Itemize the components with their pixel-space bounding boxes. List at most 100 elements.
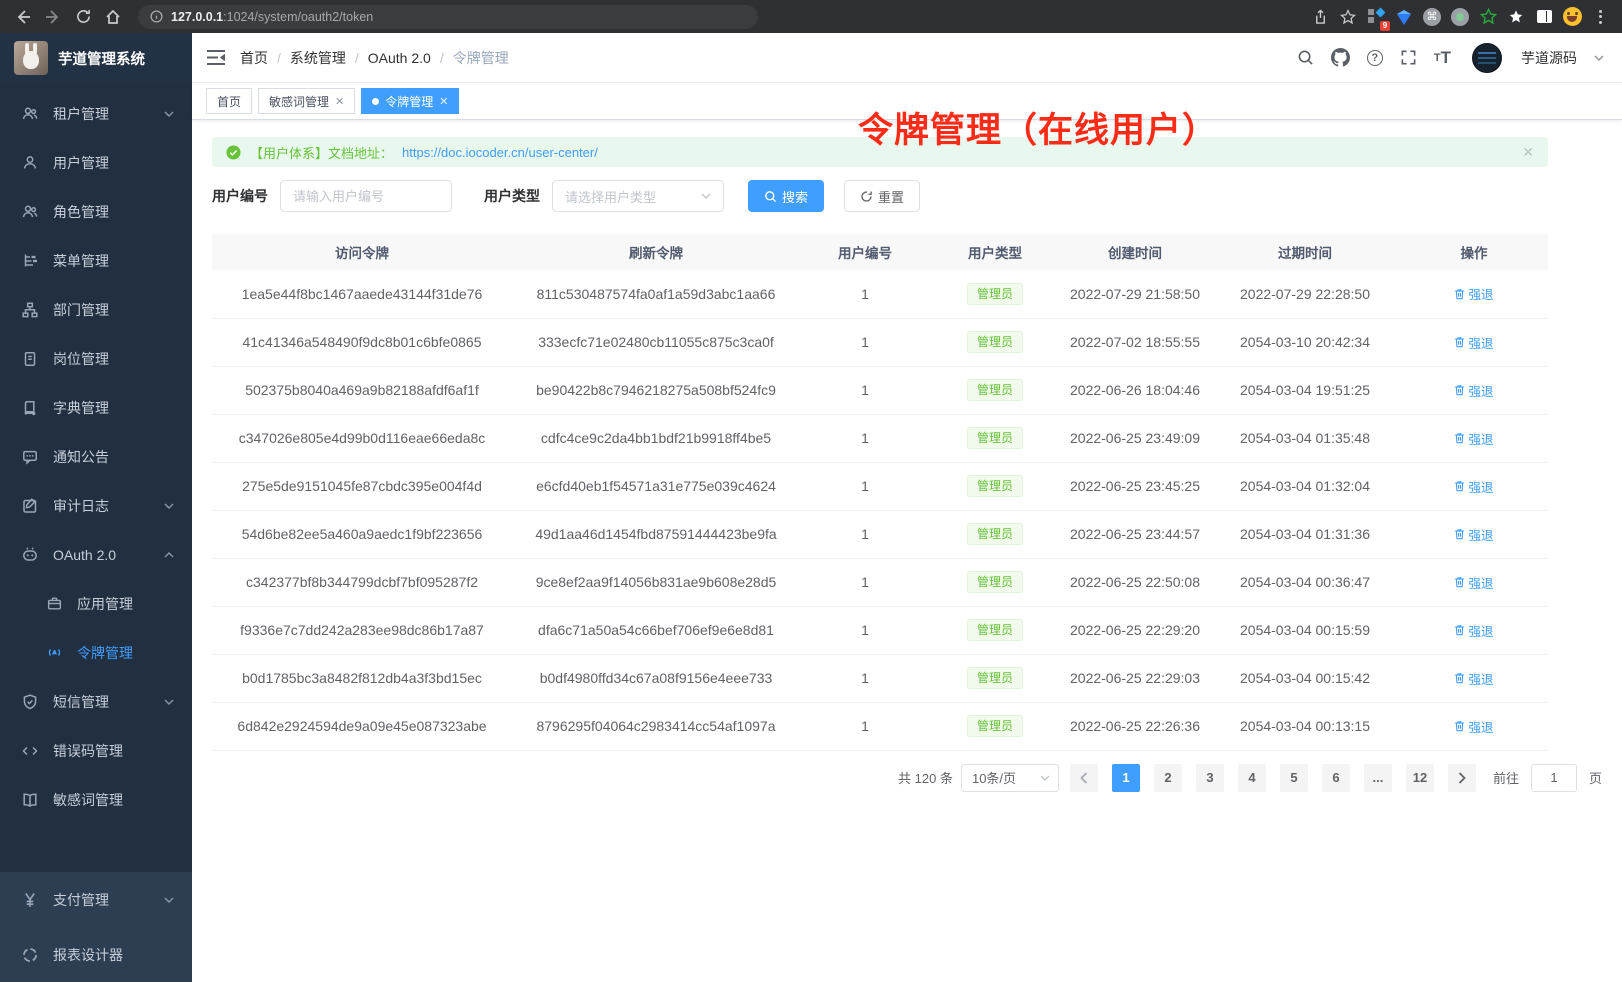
refresh-token-cell: 811c530487574fa0af1a59d3abc1aa66: [512, 270, 800, 318]
breadcrumb-system[interactable]: 系统管理: [290, 48, 346, 68]
user-type-select[interactable]: 请选择用户类型: [552, 180, 724, 212]
chevron-down-icon[interactable]: [1594, 55, 1604, 61]
user-id-input[interactable]: [280, 180, 452, 212]
force-logout-button[interactable]: 强退: [1454, 669, 1493, 688]
sidebar-item-tenant[interactable]: 租户管理: [0, 89, 192, 138]
alert-close-icon[interactable]: ✕: [1522, 144, 1534, 161]
sidebar-item-oauth-token[interactable]: 令牌管理: [0, 628, 192, 677]
page-button-6[interactable]: 6: [1322, 764, 1350, 792]
extension-blocks-icon[interactable]: 9: [1364, 5, 1388, 29]
breadcrumb-home[interactable]: 首页: [240, 48, 268, 68]
goto-page-input[interactable]: [1531, 764, 1577, 792]
side-panel-icon[interactable]: [1532, 5, 1556, 29]
page-button-12[interactable]: 12: [1406, 764, 1434, 792]
search-icon[interactable]: [1297, 49, 1314, 66]
search-button[interactable]: 搜索: [748, 180, 824, 212]
home-icon[interactable]: [100, 4, 126, 30]
github-icon[interactable]: [1331, 48, 1350, 67]
breadcrumb-oauth[interactable]: OAuth 2.0: [368, 50, 431, 66]
force-logout-button[interactable]: 强退: [1454, 284, 1493, 303]
reset-button[interactable]: 重置: [844, 180, 920, 212]
sidebar-collapse-icon[interactable]: [206, 49, 226, 66]
app-logo[interactable]: 芋道管理系统: [0, 33, 192, 83]
sidebar-item-sensitive-word[interactable]: 敏感词管理: [0, 775, 192, 824]
user-type-cell: 管理员: [930, 606, 1060, 654]
breadcrumb-current: 令牌管理: [453, 48, 509, 68]
force-logout-button[interactable]: 强退: [1454, 717, 1493, 736]
sidebar-item-notice[interactable]: 通知公告: [0, 432, 192, 481]
page-button-4[interactable]: 4: [1238, 764, 1266, 792]
address-bar[interactable]: 127.0.0.1:1024/system/oauth2/token: [138, 5, 758, 29]
sidebar-item-audit-log[interactable]: 审计日志: [0, 481, 192, 530]
user-id-cell: 1: [800, 606, 930, 654]
bookmark-star-icon[interactable]: [1336, 5, 1360, 29]
share-icon[interactable]: [1308, 5, 1332, 29]
access-token-cell: 41c41346a548490f9dc8b01c6bfe0865: [212, 318, 512, 366]
close-icon[interactable]: ✕: [439, 95, 448, 108]
table-row: 502375b8040a469a9b82188afdf6af1fbe90422b…: [212, 366, 1548, 414]
font-size-icon[interactable]: [1434, 48, 1451, 68]
user-id-cell: 1: [800, 558, 930, 606]
force-logout-button[interactable]: 强退: [1454, 573, 1493, 592]
id-card-icon: [20, 350, 40, 368]
browser-menu-icon[interactable]: [1588, 5, 1612, 29]
sidebar-item-dept[interactable]: 部门管理: [0, 285, 192, 334]
profile-avatar-icon[interactable]: [1560, 5, 1584, 29]
tab-sensitive-word[interactable]: 敏感词管理✕: [258, 88, 355, 114]
user-avatar[interactable]: [1472, 43, 1502, 73]
sidebar-item-post[interactable]: 岗位管理: [0, 334, 192, 383]
access-token-cell: 6d842e2924594de9a09e45e087323abe: [212, 702, 512, 750]
sidebar-item-user[interactable]: 用户管理: [0, 138, 192, 187]
page-button-2[interactable]: 2: [1154, 764, 1182, 792]
tab-home[interactable]: 首页: [206, 88, 252, 114]
create-time-cell: 2022-06-25 23:49:09: [1060, 414, 1210, 462]
fullscreen-icon[interactable]: [1400, 49, 1417, 66]
user-id-label: 用户编号: [212, 186, 268, 206]
sidebar-item-dict[interactable]: 字典管理: [0, 383, 192, 432]
page-button-1[interactable]: 1: [1112, 764, 1140, 792]
user-type-cell: 管理员: [930, 654, 1060, 702]
close-icon[interactable]: ✕: [335, 95, 344, 108]
page-button-3[interactable]: 3: [1196, 764, 1224, 792]
extension-gem-icon[interactable]: [1392, 5, 1416, 29]
open-book-icon: [20, 791, 40, 809]
sidebar-item-menu[interactable]: 菜单管理: [0, 236, 192, 285]
users-icon: [20, 105, 40, 123]
access-token-cell: c347026e805e4d99b0d116eae66eda8c: [212, 414, 512, 462]
page-size-select[interactable]: 10条/页: [961, 764, 1059, 792]
access-token-cell: c342377bf8b344799dcbf7bf095287f2: [212, 558, 512, 606]
reload-icon[interactable]: [70, 4, 96, 30]
force-logout-button[interactable]: 强退: [1454, 525, 1493, 544]
sidebar-item-error-code[interactable]: 错误码管理: [0, 726, 192, 775]
tab-token[interactable]: 令牌管理✕: [361, 88, 459, 114]
force-logout-button[interactable]: 强退: [1454, 429, 1493, 448]
more-pages-button[interactable]: ...: [1364, 764, 1392, 792]
doc-link[interactable]: https://doc.iocoder.cn/user-center/: [402, 145, 598, 160]
force-logout-button[interactable]: 强退: [1454, 333, 1493, 352]
sidebar-item-oauth[interactable]: OAuth 2.0: [0, 530, 192, 579]
extension-command-icon[interactable]: ⌘: [1420, 5, 1444, 29]
refresh-token-cell: dfa6c71a50a54c66bef706ef9e6e8d81: [512, 606, 800, 654]
create-time-cell: 2022-06-25 22:26:36: [1060, 702, 1210, 750]
next-page-button[interactable]: [1448, 764, 1476, 792]
extension-record-icon[interactable]: [1448, 5, 1472, 29]
extension-star-icon[interactable]: [1476, 5, 1500, 29]
sidebar-item-oauth-app[interactable]: 应用管理: [0, 579, 192, 628]
extension-white-star-icon[interactable]: [1504, 5, 1528, 29]
sidebar-item-role[interactable]: 角色管理: [0, 187, 192, 236]
prev-page-button[interactable]: [1070, 764, 1098, 792]
help-icon[interactable]: [1367, 50, 1383, 66]
force-logout-button[interactable]: 强退: [1454, 621, 1493, 640]
audit-log-icon: [20, 497, 40, 515]
sidebar-item-report-designer[interactable]: 报表设计器: [0, 927, 192, 982]
sidebar-item-sms[interactable]: 短信管理: [0, 677, 192, 726]
username[interactable]: 芋道源码: [1521, 48, 1577, 68]
refresh-token-cell: e6cfd40eb1f54571a31e775e039c4624: [512, 462, 800, 510]
force-logout-button[interactable]: 强退: [1454, 381, 1493, 400]
site-info-icon[interactable]: [150, 10, 163, 23]
page-button-5[interactable]: 5: [1280, 764, 1308, 792]
back-icon[interactable]: [10, 4, 36, 30]
sidebar-item-pay[interactable]: 支付管理: [0, 872, 192, 927]
forward-icon[interactable]: [40, 4, 66, 30]
force-logout-button[interactable]: 强退: [1454, 477, 1493, 496]
